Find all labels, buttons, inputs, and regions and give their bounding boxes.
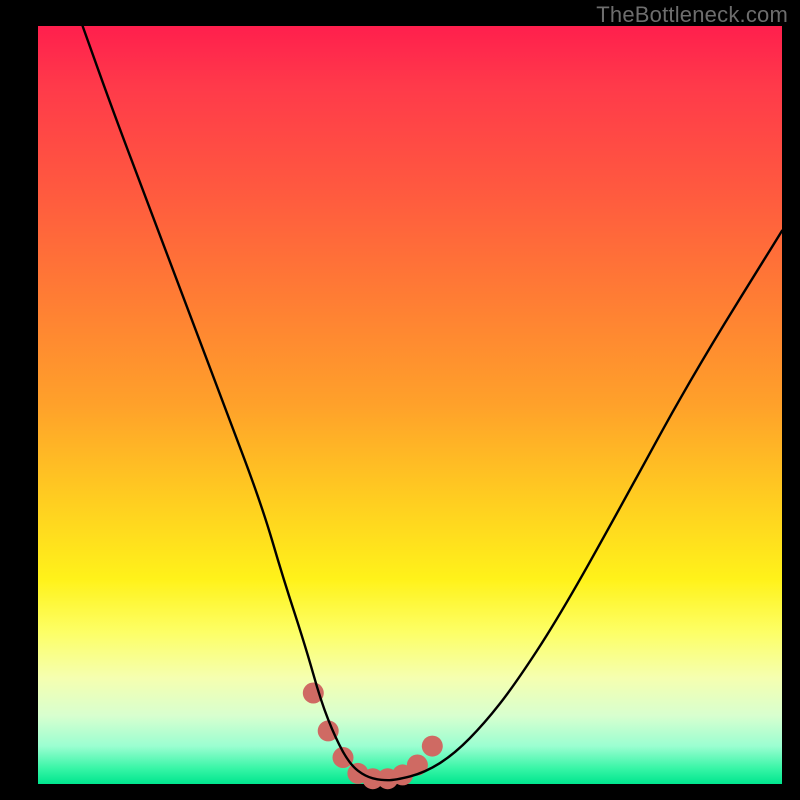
- chart-svg: [38, 26, 782, 784]
- bottleneck-curve: [83, 26, 782, 780]
- highlight-dot: [422, 736, 443, 757]
- chart-frame: TheBottleneck.com: [0, 0, 800, 800]
- chart-plot-area: [38, 26, 782, 784]
- watermark-text: TheBottleneck.com: [596, 2, 788, 28]
